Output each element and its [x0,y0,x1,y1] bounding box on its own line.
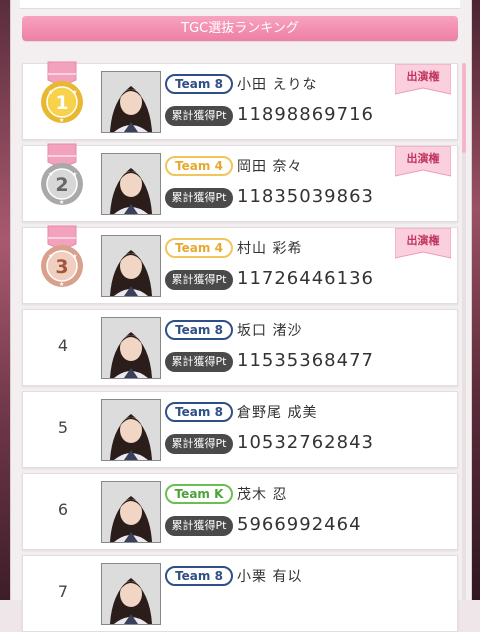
member-name: 小田 えりな [237,77,318,93]
member-photo [101,71,161,133]
member-photo [101,153,161,215]
team-badge: Team 8 [165,74,233,94]
appearance-rights-badge: 出演権 [395,64,451,95]
member-photo [101,481,161,543]
ranking-row[interactable]: 5 Team 8 倉野尾 成美 累計獲得Pt 10532762843 [22,391,458,468]
points-value: 11726446136 [237,268,374,289]
silver-medal-icon: 2 ★ ★ ★ [37,142,87,208]
svg-text:★: ★ [72,89,77,96]
svg-text:★: ★ [48,253,53,260]
gold-medal-icon: 1 ★ ★ ★ [37,60,87,126]
points-label: 累計獲得Pt [165,352,233,372]
team-badge: Team K [165,484,233,504]
ranking-row[interactable]: 4 Team 8 坂口 渚沙 累計獲得Pt 11535368477 [22,309,458,386]
svg-text:★: ★ [48,89,53,96]
member-name: 倉野尾 成美 [237,405,318,421]
team-badge: Team 8 [165,320,233,340]
team-badge: Team 8 [165,566,233,586]
member-name: 岡田 奈々 [237,159,303,175]
ranking-row[interactable]: 6 Team K 茂木 忍累計獲得Pt 5966992464 [22,473,458,550]
ranking-header: TGC選抜ランキング [22,16,458,41]
rank-number: 4 [57,336,69,355]
points-label: 累計獲得Pt [165,434,233,454]
top-strip [20,0,460,9]
bronze-medal-icon: 3 ★ ★ ★ [37,224,87,290]
svg-text:★: ★ [59,199,64,206]
member-name: 村山 彩希 [237,241,303,257]
rank-number: 7 [57,582,69,601]
team-badge: Team 4 [165,238,233,258]
appearance-rights-badge: 出演権 [395,228,451,259]
svg-text:★: ★ [72,171,77,178]
ranking-row[interactable]: 3 ★ ★ ★ Team 4 村山 彩希 累計獲得Pt 11726446136 出演権 [22,224,458,304]
badge-label: 出演権 [406,70,440,83]
ranking-row[interactable]: 7 Team 8 小栗 有以 [22,555,458,632]
member-photo [101,563,161,625]
member-name: 坂口 渚沙 [237,323,303,339]
points-value: 10532762843 [237,432,374,453]
svg-text:★: ★ [59,117,64,124]
points-value: 5966992464 [237,514,362,535]
svg-text:2: 2 [55,174,68,196]
svg-text:1: 1 [55,92,68,114]
member-name: 小栗 有以 [237,569,303,585]
member-photo [101,317,161,379]
badge-label: 出演権 [406,152,440,165]
member-photo [101,399,161,461]
points-label: 累計獲得Pt [165,516,233,536]
scrollbar-thumb[interactable] [462,63,466,153]
rank-number: 6 [57,500,69,519]
points-label: 累計獲得Pt [165,106,233,126]
svg-text:★: ★ [48,171,53,178]
svg-text:★: ★ [59,281,64,288]
rank-number: 5 [57,418,69,437]
points-value: 11898869716 [237,104,374,125]
points-value: 11835039863 [237,186,374,207]
member-photo [101,235,161,297]
svg-text:3: 3 [55,256,68,278]
ranking-row[interactable]: 1 ★ ★ ★ Team 8 小田 えりな 累計獲得Pt 11898869716 出演権 [22,60,458,140]
badge-label: 出演権 [406,234,440,247]
team-badge: Team 4 [165,156,233,176]
member-name: 茂木 忍 [237,487,288,503]
points-label: 累計獲得Pt [165,270,233,290]
points-label: 累計獲得Pt [165,188,233,208]
svg-text:★: ★ [72,253,77,260]
team-badge: Team 8 [165,402,233,422]
points-value: 11535368477 [237,350,374,371]
ranking-row[interactable]: 2 ★ ★ ★ Team 4 岡田 奈々 累計獲得Pt 11835039863 出演権 [22,142,458,222]
appearance-rights-badge: 出演権 [395,146,451,177]
